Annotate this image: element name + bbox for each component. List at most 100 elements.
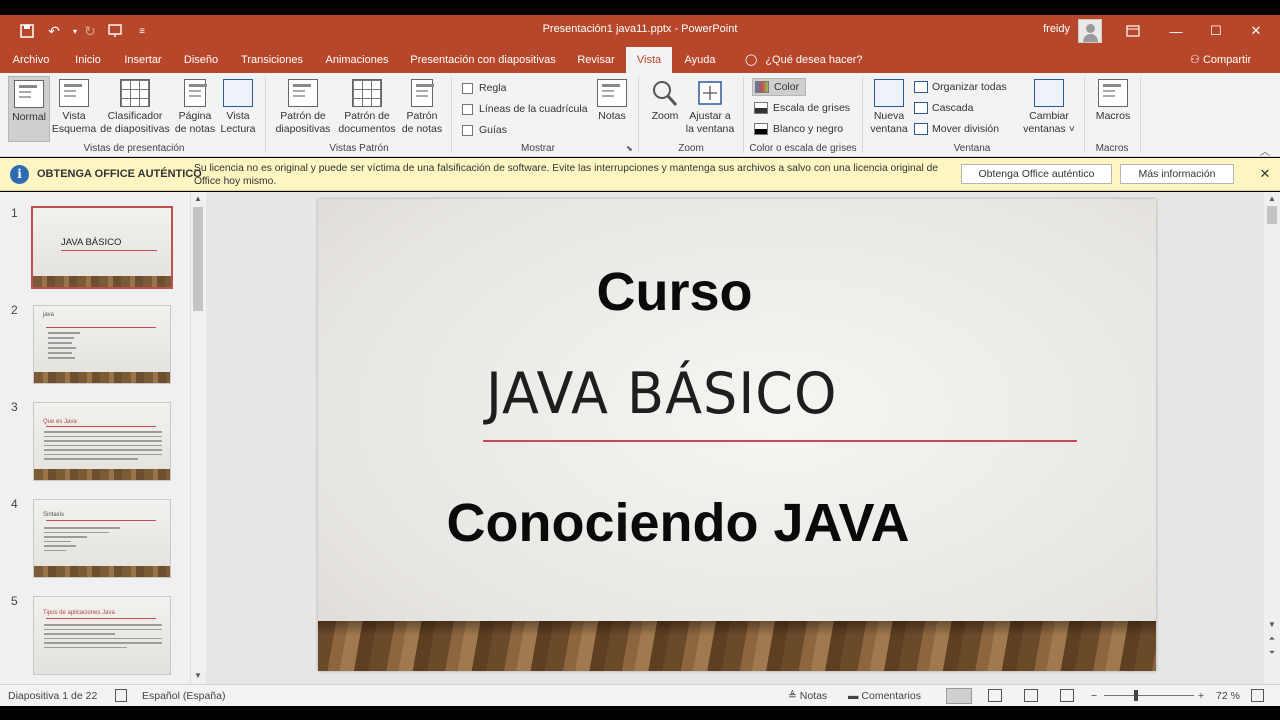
group-separator [1084, 77, 1085, 153]
ruler-checkbox[interactable]: Regla [462, 79, 506, 97]
tab-vista[interactable]: Vista [626, 47, 672, 73]
scroll-up-icon[interactable]: ▲ [191, 194, 205, 203]
color-button[interactable]: Color [752, 78, 807, 96]
gridlines-checkbox[interactable]: Líneas de la cuadrícula [462, 100, 588, 118]
close-icon[interactable]: ✕ [1258, 164, 1272, 184]
outline-view-button[interactable]: Vista Esquema [52, 76, 96, 142]
comment-icon: ▬ [848, 690, 859, 702]
normal-view-icon[interactable] [946, 688, 972, 704]
spelling-check-icon[interactable] [115, 689, 127, 702]
notes-button[interactable]: Notas [594, 76, 630, 142]
tab-presentacion[interactable]: Presentación con diapositivas [404, 47, 562, 73]
tab-insertar[interactable]: Insertar [118, 47, 168, 73]
switch-windows-button[interactable]: Cambiar ventanas ˅ [1018, 76, 1080, 142]
thumbnail-title: Sintaxis [43, 512, 65, 518]
tab-diseno[interactable]: Diseño [178, 47, 224, 73]
slide-sorter-icon[interactable] [988, 689, 1002, 702]
powerpoint-window: ↶ ▾ ↻ ≡ Presentación1 java11.pptx - Powe… [0, 0, 1280, 720]
thumbnail-title: java [43, 312, 55, 318]
fit-slide-icon[interactable] [1251, 689, 1264, 702]
info-icon: i [10, 165, 29, 184]
group-separator [451, 77, 452, 153]
scroll-down-icon[interactable]: ▼ [191, 671, 205, 680]
zoom-slider-knob[interactable] [1134, 690, 1139, 701]
user-name[interactable]: freidy [1030, 23, 1070, 35]
group-separator [638, 77, 639, 153]
previous-slide-icon[interactable]: ⏶ [1264, 634, 1280, 644]
tab-ayuda[interactable]: Ayuda [678, 47, 722, 73]
zoom-button[interactable]: Zoom [646, 76, 684, 142]
slide-master-button[interactable]: Patrón de diapositivas [272, 76, 334, 142]
person-icon: ⚇ [1190, 54, 1200, 66]
new-window-icon [874, 79, 904, 107]
scrollbar-thumb[interactable] [193, 207, 203, 311]
slide-title[interactable]: JAVA BÁSICO [486, 360, 837, 426]
tab-revisar[interactable]: Revisar [570, 47, 622, 73]
magnifier-icon [650, 79, 680, 107]
normal-view-button[interactable]: Normal [8, 76, 50, 142]
next-slide-icon[interactable]: ⏷ [1264, 648, 1280, 658]
get-genuine-office-button[interactable]: Obtenga Office auténtico [961, 164, 1112, 184]
slide-sorter-button[interactable]: Clasificador de diapositivas [98, 76, 172, 142]
maximize-icon[interactable]: ☐ [1196, 15, 1236, 47]
slide-thumbnail-2[interactable]: java [33, 305, 171, 384]
zoom-slider[interactable] [1104, 695, 1194, 696]
zoom-in-icon[interactable]: + [1198, 685, 1204, 707]
handout-master-icon [352, 79, 382, 107]
move-split-button[interactable]: Mover división [914, 120, 999, 138]
guides-checkbox[interactable]: Guías [462, 121, 507, 139]
share-button[interactable]: ⚇ Compartir [1190, 47, 1251, 73]
current-slide[interactable]: Curso JAVA BÁSICO Conociendo JAVA [318, 199, 1156, 671]
ribbon-display-options-icon[interactable] [1113, 15, 1153, 47]
arrange-all-button[interactable]: Organizar todas [914, 78, 1007, 96]
cascade-button[interactable]: Cascada [914, 99, 973, 117]
handout-master-button[interactable]: Patrón de documentos [336, 76, 398, 142]
avatar[interactable] [1078, 19, 1102, 43]
more-info-button[interactable]: Más información [1120, 164, 1234, 184]
thumbnail-number: 3 [11, 400, 18, 414]
thumbnails-scrollbar[interactable]: ▲ ▼ [190, 193, 204, 684]
color-swatch-icon [755, 81, 769, 93]
slide-scrollbar[interactable]: ▲ ▼ ⏶ ⏷ [1264, 192, 1280, 684]
tab-transiciones[interactable]: Transiciones [234, 47, 310, 73]
slide-thumbnail-1[interactable]: JAVA BÁSICO [31, 206, 173, 289]
zoom-out-icon[interactable]: − [1091, 685, 1097, 707]
slideshow-icon[interactable] [1060, 689, 1074, 702]
collapse-ribbon-icon[interactable]: ︿ [1260, 143, 1270, 158]
tab-archivo[interactable]: Archivo [4, 47, 58, 73]
black-white-icon [754, 123, 768, 135]
notes-toggle[interactable]: ≜ Notas [788, 685, 827, 707]
scroll-up-icon[interactable]: ▲ [1264, 194, 1280, 203]
scroll-down-icon[interactable]: ▼ [1264, 620, 1280, 629]
notes-page-button[interactable]: Página de notas [174, 76, 216, 142]
fit-to-window-button[interactable]: Ajustar a la ventana [684, 76, 736, 142]
grayscale-button[interactable]: Escala de grises [754, 99, 850, 117]
slide-text-curso[interactable]: Curso [318, 261, 1031, 323]
slide-thumbnail-5[interactable]: Tipos de aplicaciones Java [33, 596, 171, 675]
minimize-icon[interactable]: — [1156, 15, 1196, 47]
notes-master-button[interactable]: Patrón de notas [400, 76, 444, 142]
cascade-icon [914, 102, 928, 114]
tab-inicio[interactable]: Inicio [66, 47, 110, 73]
black-white-button[interactable]: Blanco y negro [754, 120, 843, 138]
language-indicator[interactable]: Español (España) [142, 685, 225, 707]
macros-button[interactable]: Macros [1090, 76, 1136, 142]
new-window-button[interactable]: Nueva ventana [868, 76, 910, 142]
scrollbar-thumb[interactable] [1267, 206, 1277, 224]
move-split-icon [914, 123, 928, 135]
dialog-launcher-icon[interactable]: ⬊ [626, 144, 633, 153]
slide-thumbnail-3[interactable]: Que es Java [33, 402, 171, 481]
arrange-all-icon [914, 81, 928, 93]
reading-view-icon[interactable] [1024, 689, 1038, 702]
thumbnail-number: 2 [11, 303, 18, 317]
close-icon[interactable]: ✕ [1236, 15, 1276, 47]
tab-animaciones[interactable]: Animaciones [318, 47, 396, 73]
tell-me-search[interactable]: ◯ ¿Qué desea hacer? [745, 47, 863, 73]
reading-view-button[interactable]: Vista Lectura [218, 76, 258, 142]
comments-toggle[interactable]: ▬ Comentarios [848, 685, 921, 707]
zoom-level[interactable]: 72 % [1216, 685, 1240, 707]
notes-icon: ≜ [788, 690, 797, 702]
slide-thumbnail-4[interactable]: Sintaxis [33, 499, 171, 578]
group-separator [265, 77, 266, 153]
slide-subtitle[interactable]: Conociendo JAVA [318, 492, 1038, 554]
